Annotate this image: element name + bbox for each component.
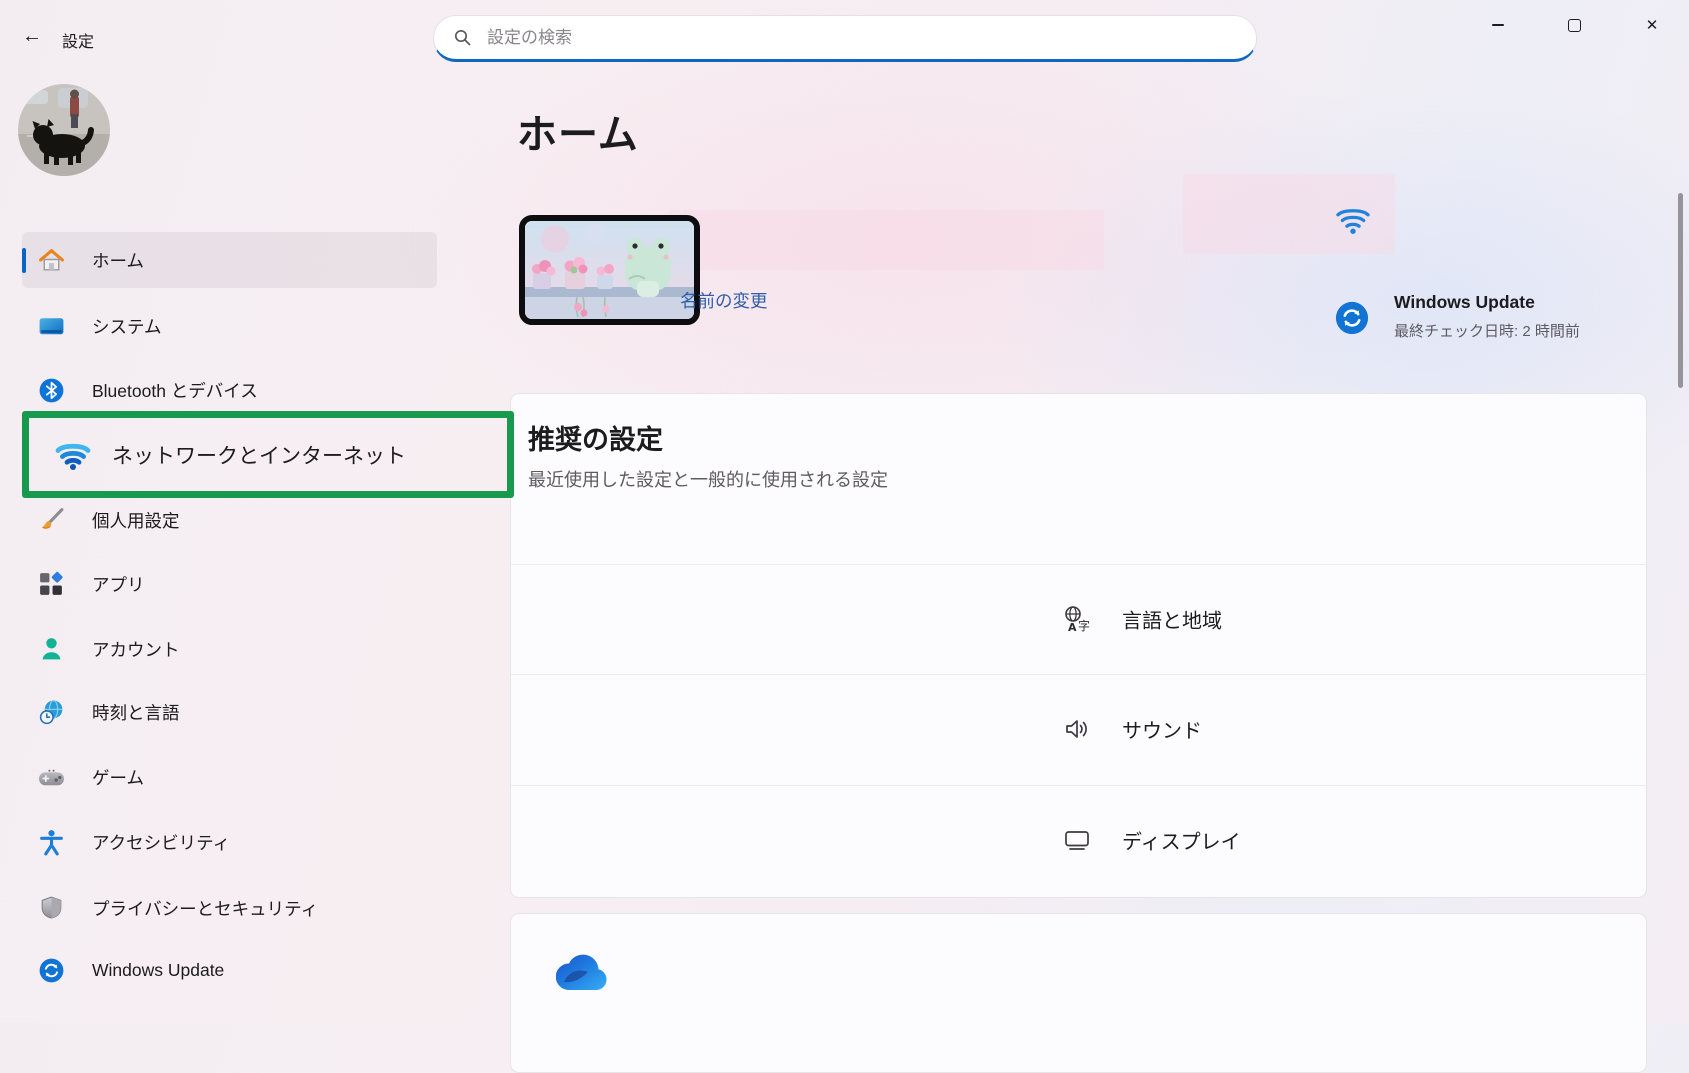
scrollbar-thumb[interactable] xyxy=(1678,193,1683,388)
sidebar-item-accounts[interactable]: アカウント xyxy=(0,621,480,677)
account-person-icon xyxy=(36,634,66,664)
sidebar-item-label: アクセシビリティ xyxy=(92,830,230,855)
home-icon xyxy=(36,245,66,275)
close-button[interactable]: ✕ xyxy=(1622,0,1682,50)
time-language-globe-icon xyxy=(36,697,66,727)
row-label: サウンド xyxy=(1122,715,1202,744)
shield-icon xyxy=(36,893,66,923)
row-label: ディスプレイ xyxy=(1122,826,1241,855)
display-monitor-icon xyxy=(1062,825,1092,855)
app-title: 設定 xyxy=(62,28,94,52)
sidebar-item-label: Bluetooth とデバイス xyxy=(92,378,258,403)
svg-text:A: A xyxy=(1068,621,1077,634)
black-cat-photo xyxy=(18,84,110,176)
sidebar-item-accessibility[interactable]: アクセシビリティ xyxy=(0,814,480,870)
sidebar-item-bluetooth[interactable]: Bluetooth とデバイス xyxy=(0,362,480,418)
sidebar-item-gaming[interactable]: ゲーム xyxy=(0,749,480,805)
sidebar-item-personalization[interactable]: 個人用設定 xyxy=(0,492,480,548)
page-title: ホーム xyxy=(517,102,639,160)
onedrive-cloud-icon xyxy=(556,952,610,999)
windows-update-last-checked: 最終チェック日時: 2 時間前 xyxy=(1394,320,1580,341)
wifi-status-icon xyxy=(1334,203,1372,242)
row-label: 言語と地域 xyxy=(1122,605,1222,634)
system-icon xyxy=(36,311,66,341)
sidebar-item-privacy[interactable]: プライバシーとセキュリティ xyxy=(0,880,480,936)
sidebar-item-windows-update[interactable]: Windows Update xyxy=(0,942,480,998)
sidebar-item-label: プライバシーとセキュリティ xyxy=(92,896,318,921)
sound-speaker-icon xyxy=(1062,714,1092,744)
sidebar-item-apps[interactable]: アプリ xyxy=(0,556,480,612)
minimize-button[interactable] xyxy=(1468,0,1528,50)
recommended-settings-title: 推奨の設定 xyxy=(528,418,663,457)
annotation-highlight-box xyxy=(22,411,514,498)
update-icon xyxy=(36,955,66,985)
sidebar-item-time-language[interactable]: 時刻と言語 xyxy=(0,684,480,740)
settings-search-box[interactable] xyxy=(433,15,1257,62)
language-region-icon: A 字 xyxy=(1062,604,1092,634)
sidebar-item-label: システム xyxy=(92,314,161,339)
windows-update-status-icon xyxy=(1334,300,1370,341)
sidebar-item-label: Windows Update xyxy=(92,960,224,981)
minimize-icon xyxy=(1492,24,1504,26)
rename-device-link[interactable]: 名前の変更 xyxy=(680,288,768,313)
sidebar-item-home[interactable]: ホーム xyxy=(0,232,480,288)
back-button[interactable]: ← xyxy=(16,20,48,52)
maximize-button[interactable] xyxy=(1544,0,1604,50)
sidebar-item-label: 個人用設定 xyxy=(92,508,180,533)
recommended-settings-subtitle: 最近使用した設定と一般的に使用される設定 xyxy=(528,466,888,492)
frog-wallpaper xyxy=(525,221,694,319)
windows-update-status-title[interactable]: Windows Update xyxy=(1394,292,1535,313)
redacted-device-name-patch xyxy=(668,210,1104,270)
sidebar-item-label: アカウント xyxy=(92,637,180,662)
device-thumbnail xyxy=(519,215,700,325)
avatar[interactable] xyxy=(18,84,110,176)
row-language-region[interactable]: A 字 言語と地域 › xyxy=(510,564,1647,674)
maximize-icon xyxy=(1568,19,1581,32)
gamepad-icon xyxy=(36,762,66,792)
sidebar-item-label: ホーム xyxy=(92,248,144,273)
personalization-brush-icon xyxy=(36,505,66,535)
cloud-storage-card xyxy=(510,913,1647,1073)
row-sound[interactable]: サウンド › xyxy=(510,674,1647,784)
bluetooth-icon xyxy=(36,375,66,405)
sidebar-item-system[interactable]: システム xyxy=(0,298,480,354)
apps-icon xyxy=(36,569,66,599)
svg-text:字: 字 xyxy=(1078,618,1090,633)
accessibility-icon xyxy=(36,827,66,857)
sidebar-item-label: アプリ xyxy=(92,572,145,597)
row-display[interactable]: ディスプレイ › xyxy=(510,785,1647,895)
sidebar-item-label: ゲーム xyxy=(92,765,144,790)
close-icon: ✕ xyxy=(1646,16,1659,34)
sidebar-item-label: 時刻と言語 xyxy=(92,700,180,725)
search-icon xyxy=(454,29,471,46)
search-input[interactable] xyxy=(485,27,1240,49)
